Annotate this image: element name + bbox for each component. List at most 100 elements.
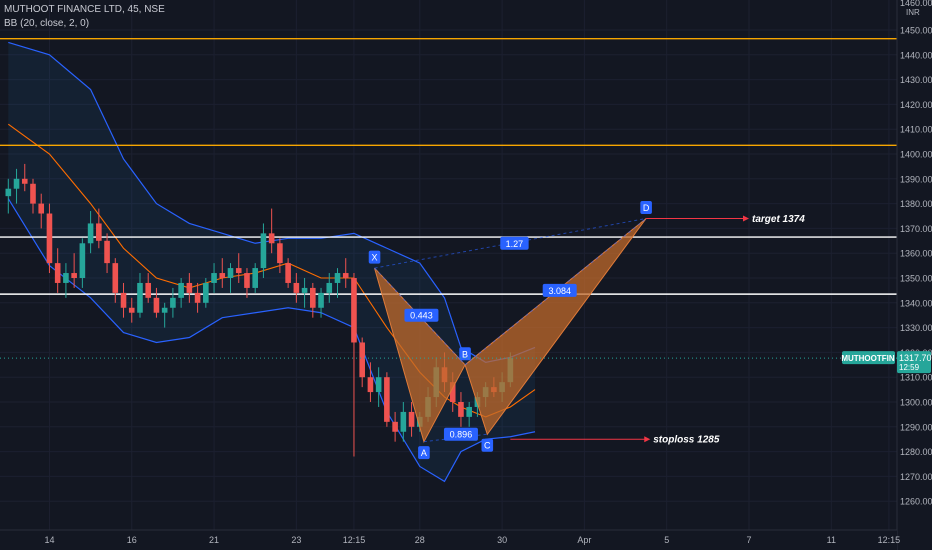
candle-body bbox=[318, 292, 324, 308]
candle-body bbox=[466, 406, 472, 417]
candle-body bbox=[120, 292, 127, 308]
price-tick-label: 1330.00 bbox=[900, 323, 932, 333]
candle-body bbox=[203, 282, 209, 303]
candle-body bbox=[244, 273, 250, 288]
candle-body bbox=[63, 273, 69, 283]
candle-body bbox=[71, 273, 77, 278]
indicator-legend: BB (20, close, 2, 0) bbox=[4, 18, 90, 29]
candle-body bbox=[408, 411, 415, 427]
time-tick-label: 7 bbox=[746, 535, 751, 545]
price-tick-label: 1340.00 bbox=[900, 298, 932, 308]
candle-body bbox=[458, 402, 464, 417]
price-tick-label-top: 1460.00 bbox=[900, 0, 932, 8]
price-tick-label: 1450.00 bbox=[900, 26, 932, 36]
price-tick-label: 1390.00 bbox=[900, 174, 932, 184]
price-tick-label: 1260.00 bbox=[900, 497, 932, 507]
price-tick-label: 1440.00 bbox=[900, 50, 932, 60]
pattern-point-label: B bbox=[462, 349, 468, 359]
candle-body bbox=[186, 282, 193, 293]
candle-body bbox=[342, 273, 349, 278]
candle-body bbox=[5, 188, 12, 197]
time-tick-label: 28 bbox=[415, 535, 425, 545]
candle-body bbox=[227, 268, 234, 278]
time-tick-label: 14 bbox=[44, 535, 54, 545]
candle-body bbox=[268, 233, 275, 244]
candle-body bbox=[54, 263, 61, 283]
candle-body bbox=[137, 282, 143, 313]
pattern-ratio-label: 3.084 bbox=[548, 286, 571, 296]
price-tag-countdown: 12:59 bbox=[899, 363, 920, 372]
candle-body bbox=[161, 307, 168, 313]
symbol-tag: MUTHOOTFIN bbox=[841, 354, 895, 363]
pattern-ratio-label: 0.896 bbox=[450, 430, 473, 440]
candle-body bbox=[310, 287, 316, 308]
candle-body bbox=[285, 263, 291, 283]
pattern-ratio-label: 0.443 bbox=[410, 311, 433, 321]
time-tick-label: 12:15 bbox=[878, 535, 901, 545]
pattern-ratio-label: 1.27 bbox=[506, 239, 524, 249]
candle-body bbox=[13, 178, 20, 189]
time-tick-label: 12:15 bbox=[343, 535, 366, 545]
price-tick-label: 1310.00 bbox=[900, 373, 932, 383]
price-tick-label: 1290.00 bbox=[900, 422, 932, 432]
candle-body bbox=[38, 203, 45, 214]
candle-body bbox=[219, 273, 226, 278]
currency-label: INR bbox=[906, 8, 920, 17]
candle-body bbox=[293, 282, 300, 293]
candle-body bbox=[235, 268, 242, 274]
candle-body bbox=[170, 297, 176, 308]
candle-body bbox=[112, 263, 119, 293]
candle-body bbox=[128, 307, 135, 313]
time-tick-label: 16 bbox=[127, 535, 137, 545]
candle-body bbox=[79, 243, 86, 278]
candle-body bbox=[211, 273, 217, 283]
candle-body bbox=[351, 278, 357, 343]
pattern-point-label: X bbox=[372, 253, 378, 263]
candle-body bbox=[21, 178, 28, 184]
time-tick-label: 23 bbox=[291, 535, 301, 545]
candle-body bbox=[87, 223, 94, 244]
price-tick-label: 1280.00 bbox=[900, 447, 932, 457]
time-tick-label: 5 bbox=[664, 535, 669, 545]
pattern-point-label: D bbox=[643, 203, 650, 213]
candle-body bbox=[194, 292, 201, 303]
candle-body bbox=[96, 223, 102, 241]
candle-body bbox=[375, 377, 382, 393]
candle-body bbox=[145, 282, 152, 298]
candle-body bbox=[384, 377, 390, 422]
candle-body bbox=[178, 282, 184, 298]
symbol-legend: MUTHOOT FINANCE LTD, 45, NSE bbox=[4, 4, 165, 15]
chart-canvas[interactable]: X A B C D 0.443 0.896 1.27 3.084 target 1374 stopl… bbox=[0, 0, 932, 550]
candle-body bbox=[252, 268, 258, 288]
candle-body bbox=[301, 287, 308, 293]
annotation-label: stoploss 1285 bbox=[653, 435, 720, 446]
pattern-point-label: C bbox=[484, 441, 491, 451]
candle-body bbox=[359, 342, 365, 378]
candle-body bbox=[153, 297, 160, 313]
candle-body bbox=[367, 377, 374, 393]
time-tick-label: Apr bbox=[577, 535, 591, 545]
candle-body bbox=[277, 243, 283, 264]
price-tick-label: 1430.00 bbox=[900, 75, 932, 85]
candle-body bbox=[334, 273, 341, 283]
price-tag-value: 1317.70 bbox=[899, 353, 932, 363]
price-tick-label: 1370.00 bbox=[900, 224, 932, 234]
price-tick-label: 1360.00 bbox=[900, 249, 932, 259]
candle-body bbox=[30, 183, 36, 204]
time-tick-label: 11 bbox=[827, 535, 836, 545]
price-tick-label: 1400.00 bbox=[900, 150, 932, 160]
pattern-point-label: A bbox=[421, 448, 427, 458]
price-tick-label: 1420.00 bbox=[900, 100, 932, 110]
price-tick-label: 1300.00 bbox=[900, 398, 932, 408]
time-tick-label: 21 bbox=[209, 535, 219, 545]
candle-body bbox=[46, 213, 53, 264]
price-tick-label: 1380.00 bbox=[900, 199, 932, 209]
candle-body bbox=[326, 282, 333, 293]
price-tick-label: 1350.00 bbox=[900, 274, 932, 284]
price-tick-label: 1410.00 bbox=[900, 125, 932, 135]
time-tick-label: 30 bbox=[497, 535, 507, 545]
candle-body bbox=[104, 240, 110, 264]
candle-body bbox=[392, 421, 398, 432]
candle-body bbox=[260, 233, 267, 269]
candle-body bbox=[400, 411, 407, 432]
